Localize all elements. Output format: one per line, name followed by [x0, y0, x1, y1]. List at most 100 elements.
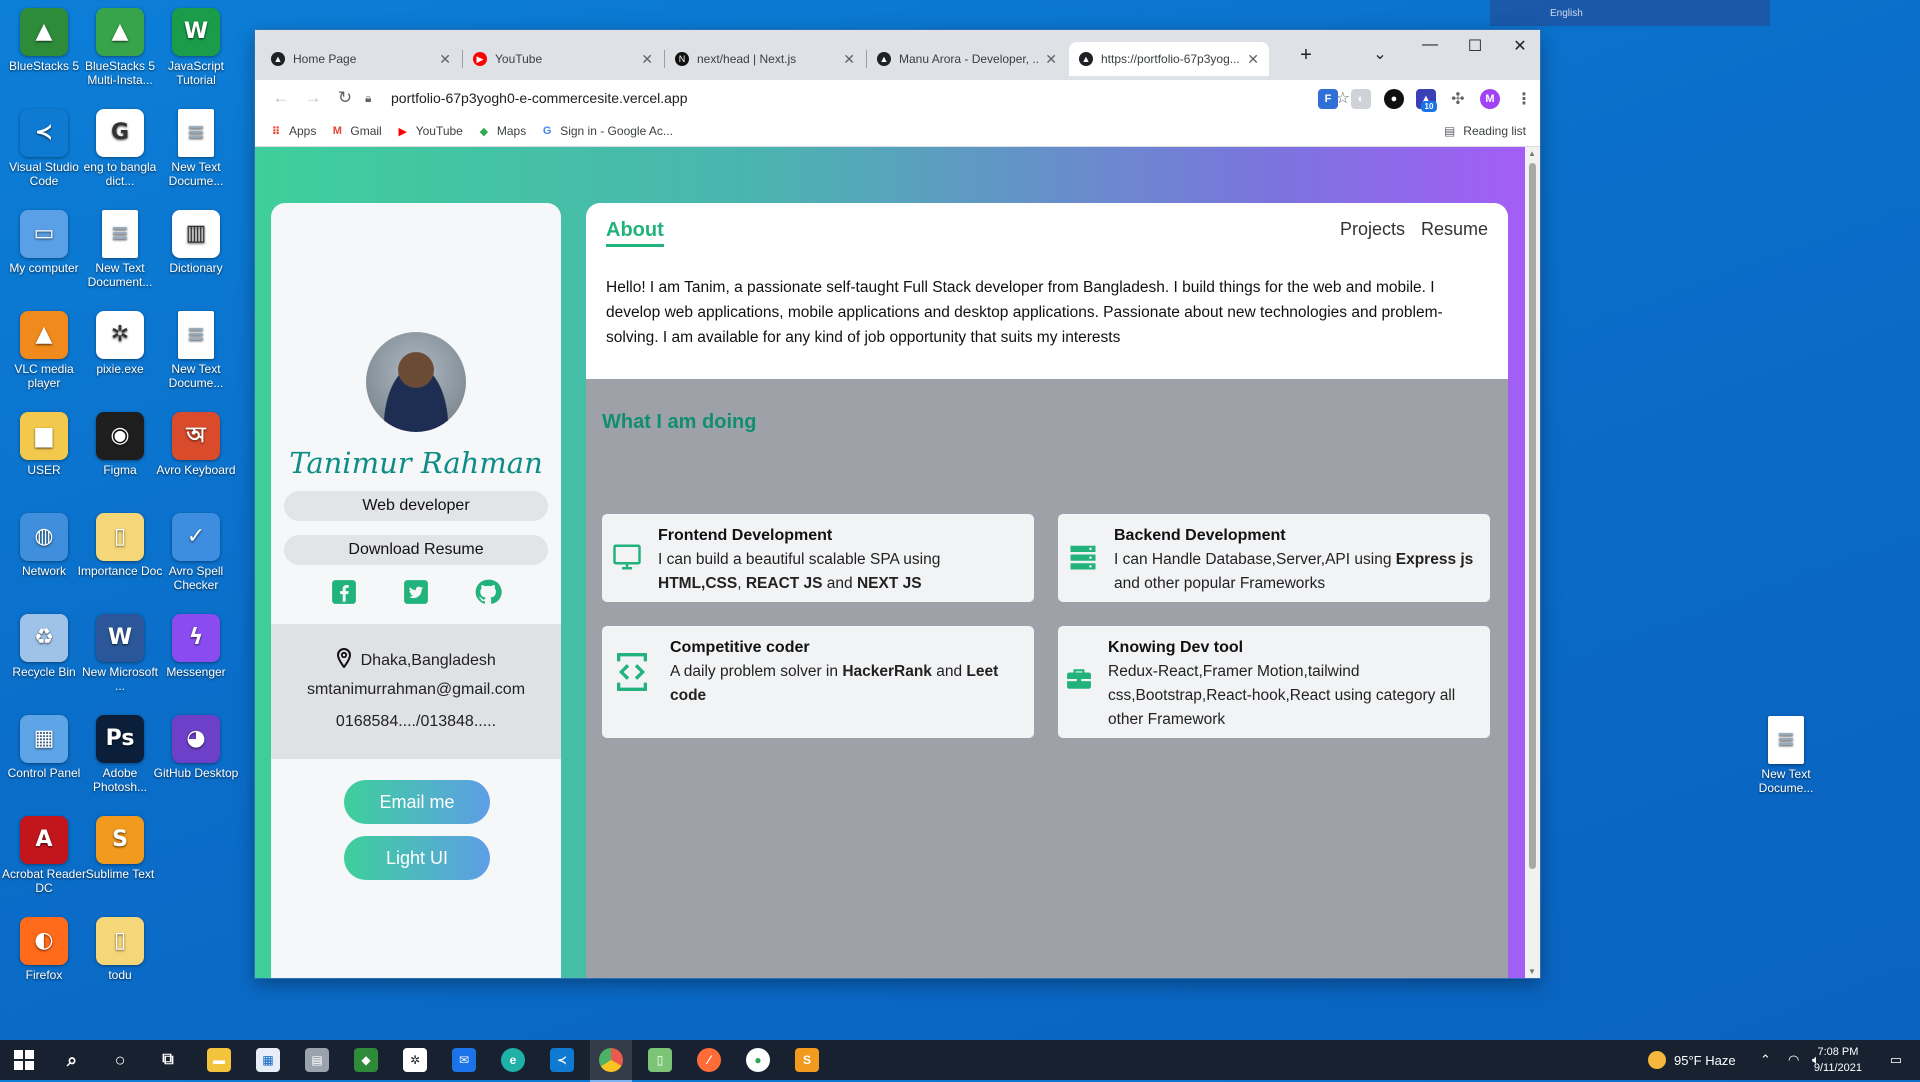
desktop-icon[interactable]: Geng to bangla dict...	[76, 109, 164, 188]
app-icon[interactable]: ◆	[354, 1048, 378, 1072]
bookmark-item[interactable]: ◆ Maps	[477, 124, 527, 138]
bookmark-item[interactable]: M Gmail	[330, 124, 382, 138]
search-icon[interactable]: ⌕	[60, 1048, 84, 1072]
browser-tab[interactable]: ▲ https://portfolio-67p3yog... ✕	[1069, 42, 1269, 76]
desktop-icon[interactable]: ≺ Visual Studio Code	[0, 109, 88, 188]
extension-icon[interactable]: ◐	[1351, 89, 1371, 109]
desktop-icon[interactable]: ◐ Firefox	[0, 917, 88, 982]
desktop-icon[interactable]: ◍ Network	[0, 513, 88, 578]
facebook-icon[interactable]	[330, 578, 358, 606]
close-tab-icon[interactable]: ✕	[439, 51, 451, 68]
desktop-icon-right[interactable]: ≡ New Text Docume...	[1742, 716, 1830, 795]
email-me-button[interactable]: Email me	[344, 780, 490, 824]
notification-icon[interactable]: ▭	[1890, 1040, 1902, 1080]
weather-icon	[1648, 1051, 1666, 1069]
desktop-icon[interactable]: Ps Adobe Photosh...	[76, 715, 164, 794]
desktop-app-icon: ▲	[20, 311, 68, 359]
github-icon[interactable]	[474, 578, 502, 606]
desktop-icon[interactable]: ϟ Messenger	[152, 614, 240, 679]
light-ui-toggle[interactable]: Light UI	[344, 836, 490, 880]
desktop-icon[interactable]: ▲ BlueStacks 5	[0, 8, 88, 73]
desktop-icon[interactable]: ▦ Control Panel	[0, 715, 88, 780]
desktop-icon[interactable]: ≡ New Text Docume...	[152, 311, 240, 390]
extensions-puzzle-icon[interactable]: ✣	[1448, 89, 1468, 109]
file-explorer-icon[interactable]: ▬	[207, 1048, 231, 1072]
reload-icon[interactable]: ↻	[329, 88, 361, 108]
profile-avatar[interactable]: M	[1480, 89, 1500, 109]
extension-icon[interactable]: ●	[1384, 89, 1404, 109]
close-window-button[interactable]: ✕	[1505, 36, 1535, 56]
bookmark-item[interactable]: ⠿ Apps	[269, 124, 317, 138]
desktop-icon[interactable]: W New Microsoft ...	[76, 614, 164, 693]
bookmark-item[interactable]: G Sign in - Google Ac...	[540, 124, 673, 138]
close-tab-icon[interactable]: ✕	[1045, 51, 1057, 68]
desktop-icon[interactable]: ▯ Importance Doc	[76, 513, 164, 578]
notepad-icon[interactable]: ▯	[648, 1048, 672, 1072]
desktop-icon[interactable]: ♻ Recycle Bin	[0, 614, 88, 679]
browser-tab[interactable]: ▲ Home Page ✕	[261, 42, 461, 76]
minimize-button[interactable]: —	[1415, 36, 1445, 54]
close-tab-icon[interactable]: ✕	[641, 51, 653, 68]
desktop-icon[interactable]: ≡ New Text Document...	[76, 210, 164, 289]
scroll-thumb[interactable]	[1529, 163, 1536, 869]
nav-projects[interactable]: Projects	[1340, 219, 1405, 240]
desktop-icon[interactable]: অ Avro Keyboard	[152, 412, 240, 477]
maximize-button[interactable]: ☐	[1460, 36, 1490, 56]
forward-icon[interactable]: →	[297, 88, 329, 108]
language-bar[interactable]: English	[1490, 0, 1770, 26]
nav-about[interactable]: About	[606, 219, 664, 247]
desktop-icon[interactable]: ▯ todu	[76, 917, 164, 982]
page-scrollbar[interactable]: ▲ ▼	[1525, 147, 1540, 978]
desktop-icon[interactable]: ✓ Avro Spell Checker	[152, 513, 240, 592]
address-bar[interactable]: 🔒︎ portfolio-67p3yogh0-e-commercesite.ve…	[365, 84, 1360, 112]
download-resume-button[interactable]: Download Resume	[284, 535, 548, 565]
close-tab-icon[interactable]: ✕	[843, 51, 855, 68]
new-tab-button[interactable]: +	[1291, 44, 1321, 67]
nav-resume[interactable]: Resume	[1421, 219, 1488, 240]
postman-icon[interactable]: ⁄	[697, 1048, 721, 1072]
desktop-icon[interactable]: ▆ USER	[0, 412, 88, 477]
app-icon[interactable]: ●	[746, 1048, 770, 1072]
desktop-icon[interactable]: ✲ pixie.exe	[76, 311, 164, 376]
browser-tab[interactable]: ▲ Manu Arora - Developer, ... ✕	[867, 42, 1067, 76]
browser-tab[interactable]: Nnext/head | Next.js ✕	[665, 42, 865, 76]
desktop-icon[interactable]: A Acrobat Reader DC	[0, 816, 88, 895]
scroll-down-icon[interactable]: ▼	[1528, 967, 1536, 976]
network-icon[interactable]: ◠	[1788, 1040, 1799, 1080]
start-icon[interactable]	[12, 1048, 36, 1072]
task-view-icon[interactable]: ⧉	[156, 1048, 180, 1072]
tray-chevron-icon[interactable]: ⌃	[1760, 1040, 1771, 1080]
desktop-icon[interactable]: ≡ New Text Docume...	[152, 109, 240, 188]
back-icon[interactable]: ←	[265, 88, 297, 108]
extension-icon[interactable]: F	[1318, 89, 1338, 109]
vscode-icon[interactable]: ≺	[550, 1048, 574, 1072]
desktop-icon[interactable]: ◕ GitHub Desktop	[152, 715, 240, 780]
desktop-app-icon: ✓	[172, 513, 220, 561]
desktop-icon[interactable]: ◉ Figma	[76, 412, 164, 477]
desktop-icon[interactable]: W JavaScript Tutorial	[152, 8, 240, 87]
twitter-icon[interactable]	[402, 578, 430, 606]
browser-menu-icon[interactable]: ⋮	[1514, 89, 1534, 109]
url-text: portfolio-67p3yogh0-e-commercesite.verce…	[391, 90, 688, 106]
desktop-icon[interactable]: ▲ BlueStacks 5 Multi-Insta...	[76, 8, 164, 87]
desktop-icon[interactable]: ▭ My computer	[0, 210, 88, 275]
tab-search-icon[interactable]: ⌄	[1365, 44, 1395, 64]
browser-tab[interactable]: ▶ YouTube ✕	[463, 42, 663, 76]
desktop-icon[interactable]: ▥ Dictionary	[152, 210, 240, 275]
clock[interactable]: 7:08 PM 9/11/2021	[1814, 1044, 1862, 1076]
calculator-icon[interactable]: ▤	[305, 1048, 329, 1072]
reading-list-button[interactable]: ▤ Reading list	[1444, 124, 1526, 138]
close-tab-icon[interactable]: ✕	[1247, 51, 1259, 68]
weather-widget[interactable]: 95°F Haze	[1648, 1040, 1736, 1080]
desktop-icon[interactable]: S Sublime Text	[76, 816, 164, 881]
desktop-icon[interactable]: ▲ VLC media player	[0, 311, 88, 390]
mail-icon[interactable]: ✉	[452, 1048, 476, 1072]
cortana-icon[interactable]: ○	[108, 1048, 132, 1072]
bookmark-item[interactable]: ▶ YouTube	[396, 124, 462, 138]
scroll-up-icon[interactable]: ▲	[1528, 149, 1536, 158]
desktop-app-icon: W	[172, 8, 220, 56]
sublime-icon[interactable]: S	[795, 1048, 819, 1072]
edge-icon[interactable]: e	[501, 1048, 525, 1072]
store-icon[interactable]: ▦	[256, 1048, 280, 1072]
pixie-icon[interactable]: ✲	[403, 1048, 427, 1072]
